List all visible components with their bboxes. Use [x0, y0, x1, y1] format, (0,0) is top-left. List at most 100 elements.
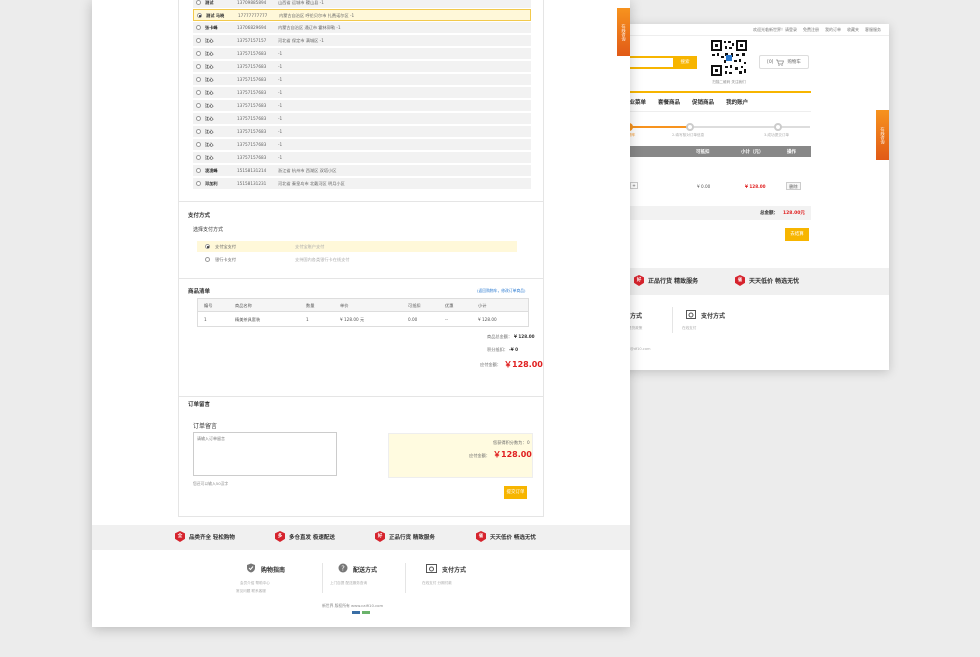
address-radio[interactable]	[196, 129, 201, 134]
address-radio[interactable]	[197, 13, 202, 18]
payment-option-alipay[interactable]: 支付宝支付 支付宝账户支付	[197, 241, 517, 252]
goods-table-header: 编号 商品名称 数量 单价 可抵扣 优惠 小计	[198, 299, 528, 312]
address-radio[interactable]	[196, 90, 201, 95]
address-radio[interactable]	[196, 64, 201, 69]
address-row-selected[interactable]: 测试 马晓 17777777777 内蒙古自治区 呼伦贝尔市 扎赉诺尔区 -1	[193, 9, 531, 21]
pay-amount-label: 应付金额：	[480, 362, 501, 367]
address-row[interactable]: 林超	[193, 191, 531, 192]
section-divider	[179, 396, 543, 397]
nav-item[interactable]: 我的账户	[726, 98, 748, 106]
footer-links[interactable]: 常见问题 联系客服	[236, 589, 266, 594]
address-radio[interactable]	[196, 181, 201, 186]
nav-item[interactable]: 促销商品	[692, 98, 714, 106]
address-name: 测试	[205, 0, 214, 5]
footer-links[interactable]: 会员介绍 帮助中心	[240, 581, 270, 586]
score-label: 您获得积分数为：	[493, 440, 527, 445]
col-name: 商品名称	[235, 303, 252, 308]
cart-button[interactable]: [0] 购物车	[759, 55, 809, 69]
payment-name: 银行卡支付	[215, 257, 236, 262]
top-link-orders[interactable]: 我的订单	[825, 27, 841, 33]
address-row[interactable]: 测试 13709885894 山西省 运城市 稷山县 -1	[193, 0, 531, 9]
payment-subtitle: 选择支付方式	[193, 227, 224, 233]
top-link-register[interactable]: 免费注册	[803, 27, 819, 33]
goods-name[interactable]: 精美茶具套装	[235, 317, 260, 323]
online-consult-tab[interactable]: 在线咨询	[617, 8, 630, 56]
payment-radio[interactable]	[205, 257, 210, 262]
address-phone: 13757157683	[237, 116, 267, 121]
address-radio[interactable]	[196, 155, 201, 160]
address-detail: -1	[278, 77, 283, 82]
address-name: 江心	[205, 38, 214, 43]
address-row[interactable]: 江心 13757157157 河北省 保定市 满城区 -1	[193, 35, 531, 47]
footer-link[interactable]: 在线支付	[682, 326, 696, 331]
address-detail: 浙江省 杭州市 西湖区 双塔小区	[278, 168, 337, 173]
address-detail: -1	[278, 116, 283, 121]
footer-links[interactable]: 上门自提 配送服务查询	[330, 581, 367, 586]
address-radio[interactable]	[196, 103, 201, 108]
qr-code-icon	[709, 38, 749, 78]
address-detail: 山西省 运城市 稷山县 -1	[278, 0, 324, 5]
payment-radio[interactable]	[205, 244, 210, 249]
top-link-login[interactable]: 欢迎光临新世界！请登录	[753, 27, 797, 33]
footer-divider	[322, 563, 323, 593]
service-item: 省 天天低价 畅选无忧	[735, 275, 799, 286]
plus-button[interactable]: +	[630, 182, 638, 189]
address-row[interactable]: 江心 13757157683 -1	[193, 139, 531, 151]
step-dot	[686, 123, 694, 131]
guide-shield-icon	[247, 563, 255, 573]
address-radio[interactable]	[196, 116, 201, 121]
address-row[interactable]: 江心 13757157683 -1	[193, 126, 531, 138]
settle-button[interactable]: 去结算	[785, 228, 809, 241]
cart-count-badge: [0]	[767, 59, 774, 65]
address-radio[interactable]	[196, 25, 201, 30]
service-item: 全品类齐全 轻松购物	[175, 531, 235, 542]
copyright: 新世界 版权所有 www.caifi10.com	[322, 603, 384, 608]
payment-card-icon	[686, 310, 696, 319]
submit-order-button[interactable]: 提交订单	[504, 486, 527, 499]
online-consult-tab[interactable]: 在线咨询	[876, 110, 889, 160]
nav-item[interactable]: 套餐商品	[658, 98, 680, 106]
remark-input[interactable]	[193, 432, 337, 476]
address-row[interactable]: 邓加利 15158131231 河北省 秦皇岛市 北戴河区 明月小区	[193, 178, 531, 190]
address-detail: 内蒙古自治区 通辽市 霍林郭勒 -1	[278, 25, 341, 30]
address-radio[interactable]	[196, 38, 201, 43]
payment-option-bankcard[interactable]: 银行卡支付 支持国内各类银行卡在线支付	[197, 254, 517, 265]
address-row[interactable]: 江心 13757157683 -1	[193, 152, 531, 164]
top-link-service[interactable]: 客服服务	[865, 27, 881, 33]
address-name: 凌凌峰	[205, 168, 218, 173]
service-text: 天天低价 畅选无忧	[490, 534, 536, 541]
footer-link[interactable]: 退货政策	[628, 326, 642, 331]
goods-total-value: ¥ 128.00	[514, 334, 535, 339]
goods-no: 1	[204, 317, 207, 322]
footer-links[interactable]: 在线支付 分期付款	[422, 581, 452, 586]
address-row[interactable]: 江心 13757157683 -1	[193, 48, 531, 60]
address-name: 江心	[205, 77, 214, 82]
payment-section-title: 支付方式	[188, 213, 211, 219]
address-row[interactable]: 江心 13757157683 -1	[193, 61, 531, 73]
footer-title: 购物指南	[261, 567, 286, 574]
address-row[interactable]: 江心 13757157683 -1	[193, 113, 531, 125]
address-name: 江心	[205, 116, 214, 121]
back-to-cart-link[interactable]: (返回购物车，修改订单商品)	[477, 288, 526, 294]
address-radio[interactable]	[196, 168, 201, 173]
service-item: 省天天低价 畅选无忧	[476, 531, 536, 542]
address-row[interactable]: 江心 13757157683 -1	[193, 100, 531, 112]
address-radio[interactable]	[196, 51, 201, 56]
address-radio[interactable]	[196, 0, 201, 5]
address-row[interactable]: 江心 13757157683 -1	[193, 74, 531, 86]
address-detail: -1	[278, 155, 283, 160]
address-row[interactable]: 凌凌峰 15158131214 浙江省 杭州市 西湖区 双塔小区	[193, 165, 531, 177]
quality-badge-icon: 好	[634, 275, 644, 286]
payment-name: 支付宝支付	[215, 244, 236, 249]
address-row[interactable]: 张卡峰 13706829694 内蒙古自治区 通辽市 霍林郭勒 -1	[193, 22, 531, 34]
address-radio[interactable]	[196, 77, 201, 82]
address-phone: 13757157683	[237, 103, 267, 108]
address-row[interactable]: 江心 13757157683 -1	[193, 87, 531, 99]
search-button[interactable]: 搜索	[673, 56, 697, 69]
delete-button[interactable]: 删除	[786, 182, 801, 190]
total-value: 128.00元	[783, 211, 805, 216]
row-subtotal: ¥ 128.00	[745, 184, 766, 189]
address-radio[interactable]	[196, 142, 201, 147]
address-name: 江心	[205, 155, 214, 160]
top-link-favorites[interactable]: 收藏夹	[847, 27, 859, 33]
